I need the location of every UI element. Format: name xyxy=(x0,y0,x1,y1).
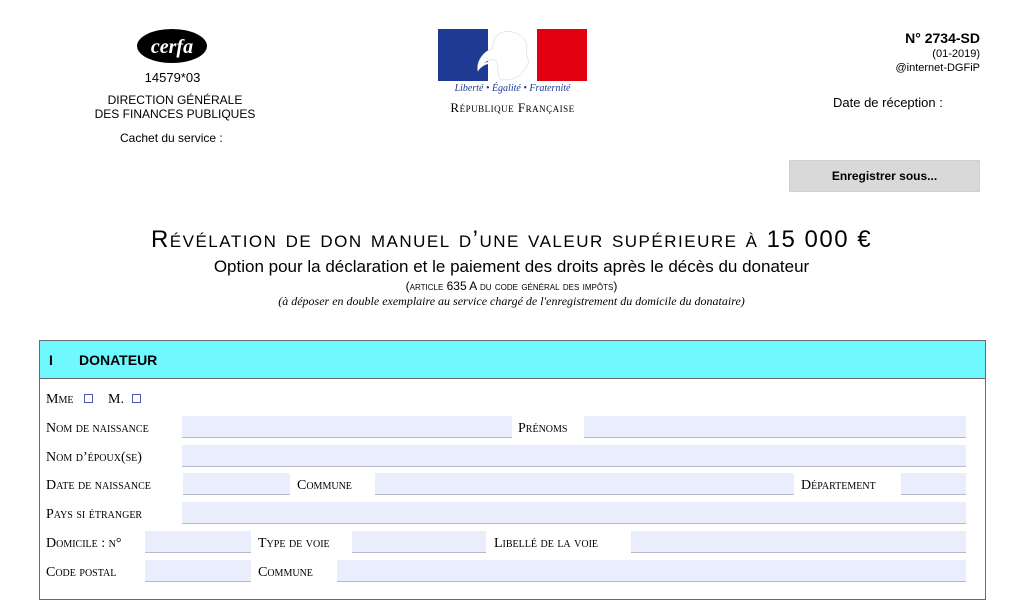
mme-checkbox[interactable] xyxy=(84,394,93,403)
domicile-number-field[interactable] xyxy=(145,531,251,553)
page-subtitle: Option pour la déclaration et le paiemen… xyxy=(213,257,810,276)
first-names-field[interactable] xyxy=(584,416,966,438)
street-type-field[interactable] xyxy=(352,531,486,553)
cerfa-logo: cerfa xyxy=(136,28,208,64)
street-name-field[interactable] xyxy=(631,531,966,553)
m-label: M. xyxy=(108,392,124,407)
form-source: @internet-DGFiP xyxy=(895,62,980,74)
form-number: N° 2734-SD xyxy=(905,30,980,46)
birth-date-label: Date de naissance xyxy=(46,478,151,493)
page-title: Révélation de don manuel d’une valeur su… xyxy=(150,226,873,253)
address-commune-field[interactable] xyxy=(337,560,966,582)
country-field[interactable] xyxy=(182,502,966,524)
domicile-number-label: Domicile : n° xyxy=(46,536,122,551)
republic-motto: Liberté • Égalité • Fraternité xyxy=(454,83,571,94)
birth-commune-label: Commune xyxy=(297,478,352,493)
department-field[interactable] xyxy=(901,473,966,495)
spouse-name-field[interactable] xyxy=(182,445,966,467)
donor-section-header: I DONATEUR xyxy=(40,341,985,379)
article-reference: (article 635 A du code général des impôt… xyxy=(405,279,618,293)
org-line-2: DES FINANCES PUBLIQUES xyxy=(94,107,256,121)
form-code: 14579*03 xyxy=(144,70,201,85)
postal-code-field[interactable] xyxy=(145,560,251,582)
spouse-name-label: Nom d’époux(se) xyxy=(46,450,142,465)
marianne-logo xyxy=(438,29,587,81)
postal-code-label: Code postal xyxy=(46,565,117,580)
first-names-label: Prénoms xyxy=(518,421,568,436)
section-number: I xyxy=(49,351,53,368)
birth-date-field[interactable] xyxy=(183,473,290,495)
org-line-1: DIRECTION GÉNÉRALE xyxy=(107,93,243,107)
country-label: Pays si étranger xyxy=(46,507,143,522)
save-as-button[interactable]: Enregistrer sous... xyxy=(789,160,980,192)
cerfa-logo-text: cerfa xyxy=(151,36,193,58)
reception-date-label: Date de réception : xyxy=(833,95,943,110)
department-label: Département xyxy=(801,478,876,493)
street-type-label: Type de voie xyxy=(258,536,330,551)
form-date: (01-2019) xyxy=(932,48,980,60)
m-checkbox[interactable] xyxy=(132,394,141,403)
birth-name-field[interactable] xyxy=(182,416,512,438)
deposit-instructions: (à déposer en double exemplaire au servi… xyxy=(278,294,745,308)
address-commune-label: Commune xyxy=(258,565,313,580)
mme-label: Mme xyxy=(46,392,74,407)
birth-commune-field[interactable] xyxy=(375,473,794,495)
section-title: DONATEUR xyxy=(79,351,158,368)
republic-name: République Française xyxy=(450,100,575,115)
street-name-label: Libellé de la voie xyxy=(494,536,599,551)
birth-name-label: Nom de naissance xyxy=(46,421,149,436)
stamp-label: Cachet du service : xyxy=(120,131,223,145)
